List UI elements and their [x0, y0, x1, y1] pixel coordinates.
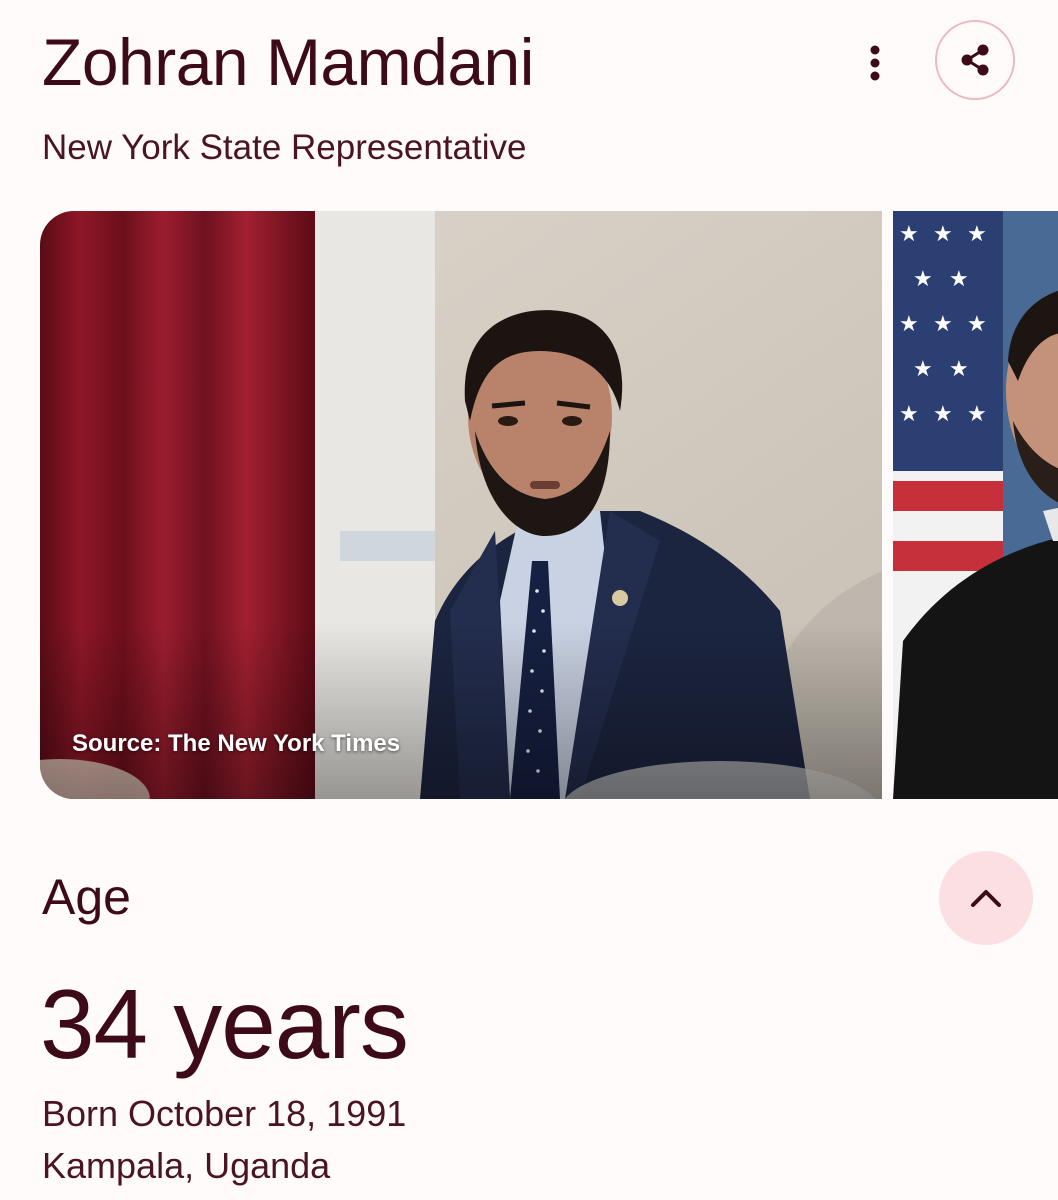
svg-text:★: ★ — [899, 312, 919, 337]
attribute-label: Age — [42, 869, 131, 925]
portrait-photo — [40, 211, 882, 799]
carousel-image-1[interactable]: Source: The New York Times — [40, 211, 882, 799]
birth-place: Kampala, Uganda — [42, 1145, 331, 1186]
chevron-up-icon — [971, 890, 1001, 907]
svg-text:★: ★ — [899, 222, 919, 247]
share-icon — [961, 44, 989, 76]
birth-date: Born October 18, 1991 — [42, 1093, 407, 1134]
entity-subtitle: New York State Representative — [42, 128, 527, 167]
share-button[interactable] — [935, 20, 1015, 100]
svg-text:★: ★ — [967, 312, 987, 337]
more-vert-icon — [870, 45, 880, 81]
svg-text:★: ★ — [899, 402, 919, 427]
more-options-button[interactable] — [852, 40, 898, 86]
image-source-caption: Source: The New York Times — [72, 730, 401, 757]
attribute-value: 34 years — [40, 969, 409, 1079]
svg-text:★: ★ — [933, 222, 953, 247]
image-carousel[interactable]: Source: The New York Times ★ ★ ★ ★ ★ ★ ★ ★ ★ ★ — [0, 211, 1058, 799]
entity-title: Zohran Mamdani — [42, 25, 534, 99]
svg-text:★: ★ — [967, 402, 987, 427]
svg-text:★: ★ — [967, 222, 987, 247]
svg-text:★: ★ — [933, 312, 953, 337]
svg-text:★: ★ — [949, 357, 969, 382]
svg-text:★: ★ — [949, 267, 969, 292]
knowledge-panel: Zohran Mamdani New York State Representa… — [0, 0, 1058, 1200]
collapse-button[interactable] — [939, 851, 1033, 945]
portrait-photo: ★ ★ ★ ★ ★ ★ ★ ★ ★ ★ ★ ★ ★ — [893, 211, 1058, 799]
carousel-image-2[interactable]: ★ ★ ★ ★ ★ ★ ★ ★ ★ ★ ★ ★ ★ — [893, 211, 1058, 799]
svg-text:★: ★ — [933, 402, 953, 427]
svg-text:★: ★ — [913, 267, 933, 292]
svg-text:★: ★ — [913, 357, 933, 382]
